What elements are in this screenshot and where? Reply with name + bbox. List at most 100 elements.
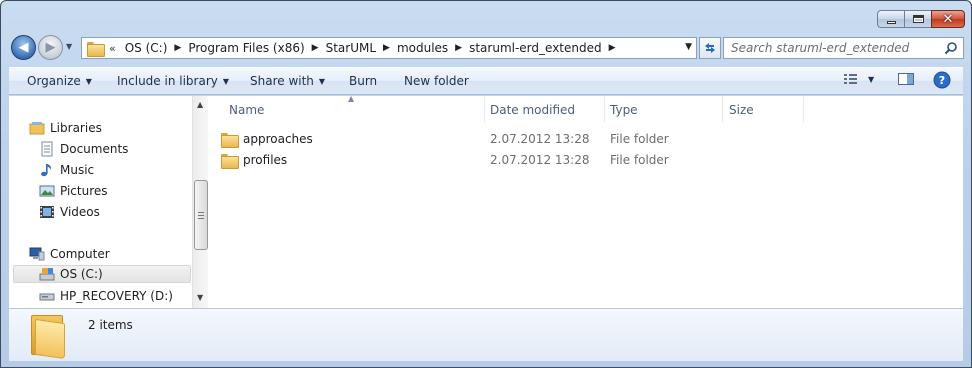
arrow-left-icon: ◀	[18, 40, 29, 55]
column-divider[interactable]	[484, 96, 485, 122]
maximize-button[interactable]	[904, 10, 932, 28]
breadcrumb-program-files[interactable]: Program Files (x86)	[188, 41, 304, 55]
search-box[interactable]: Search staruml-erd_extended	[723, 37, 964, 59]
address-history-dropdown[interactable]: ▼	[685, 42, 692, 52]
sidebar-item-music[interactable]: Music	[39, 161, 94, 179]
pictures-icon	[39, 183, 55, 199]
arrow-right-icon: ▶	[45, 40, 56, 55]
burn-button[interactable]: Burn	[349, 74, 377, 88]
file-row[interactable]: profiles 2.07.2012 13:28 File folder	[221, 150, 669, 170]
search-input[interactable]: Search staruml-erd_extended	[731, 41, 909, 55]
breadcrumb-chevron-icon[interactable]: ▶	[312, 43, 319, 53]
breadcrumb-chevron-icon[interactable]: ▶	[455, 43, 462, 53]
file-type: File folder	[610, 132, 669, 146]
navigation-pane: Libraries Documents Music Pictures Video…	[9, 96, 208, 308]
sidebar-item-videos[interactable]: Videos	[39, 203, 100, 221]
sidebar-item-label: HP_RECOVERY (D:)	[60, 289, 173, 303]
sidebar-item-label: Documents	[60, 142, 129, 156]
address-bar[interactable]: « OS (C:) ▶ Program Files (x86) ▶ StarUM…	[81, 37, 697, 59]
change-view-button[interactable]	[843, 71, 859, 90]
documents-icon	[39, 141, 55, 157]
scrollbar-thumb[interactable]	[194, 180, 208, 250]
breadcrumb-staruml[interactable]: StarUML	[326, 41, 376, 55]
file-date: 2.07.2012 13:28	[490, 132, 590, 146]
drive-icon	[39, 288, 55, 304]
sidebar-item-hp-recovery[interactable]: HP_RECOVERY (D:)	[39, 287, 173, 305]
sidebar-item-label: Computer	[50, 247, 110, 261]
column-divider[interactable]	[722, 96, 723, 122]
file-name: approaches	[243, 132, 313, 146]
caption-buttons: ✕	[877, 10, 965, 28]
sidebar-item-os-c[interactable]: OS (C:)	[13, 265, 191, 283]
item-count: 2 items	[88, 318, 133, 332]
refresh-button[interactable]	[699, 37, 721, 59]
sidebar-item-label: Videos	[60, 205, 100, 219]
new-folder-button[interactable]: New folder	[404, 74, 469, 88]
file-date: 2.07.2012 13:28	[490, 153, 590, 167]
sidebar-item-label: Music	[60, 163, 95, 177]
breadcrumb-os-c[interactable]: OS (C:)	[125, 41, 168, 55]
breadcrumb-chevron-icon[interactable]: ▶	[383, 43, 390, 53]
breadcrumb-chevron-icon[interactable]: ▶	[609, 43, 616, 53]
organize-button[interactable]: Organize ▼	[27, 74, 92, 88]
sidebar-item-computer[interactable]: Computer	[29, 245, 110, 263]
search-icon[interactable]	[944, 41, 958, 55]
column-header-date-modified[interactable]: Date modified	[490, 103, 575, 117]
file-list: ▲ Name Date modified Type Size approache…	[209, 94, 963, 308]
sidebar-item-label: Pictures	[60, 184, 108, 198]
minimize-icon	[886, 20, 896, 24]
breadcrumb-overflow[interactable]: «	[109, 42, 116, 55]
file-type: File folder	[610, 153, 669, 167]
share-with-label: Share with	[250, 74, 314, 88]
scroll-down-icon[interactable]: ▼	[197, 293, 203, 302]
sort-ascending-icon: ▲	[348, 94, 355, 103]
column-divider[interactable]	[604, 96, 605, 122]
preview-pane-button[interactable]	[897, 71, 915, 90]
organize-label: Organize	[27, 74, 81, 88]
chevron-down-icon: ▼	[318, 77, 326, 86]
explorer-window: ✕ ◀ ▶ ▼ « OS (C:) ▶ Program Files (x86) …	[0, 0, 972, 368]
sidebar-item-pictures[interactable]: Pictures	[39, 182, 108, 200]
scroll-up-icon[interactable]: ▲	[197, 100, 203, 109]
library-icon	[29, 120, 45, 136]
view-list-icon	[844, 74, 857, 84]
breadcrumb-chevron-icon[interactable]: ▶	[174, 43, 181, 53]
grip-icon	[198, 212, 204, 219]
file-row[interactable]: approaches 2.07.2012 13:28 File folder	[221, 129, 669, 149]
folder-icon	[221, 153, 239, 169]
include-in-library-button[interactable]: Include in library ▼	[117, 74, 229, 88]
close-button[interactable]: ✕	[931, 10, 965, 28]
sidebar-item-documents[interactable]: Documents	[39, 140, 128, 158]
column-header-name[interactable]: Name	[229, 103, 264, 117]
refresh-icon	[705, 43, 715, 53]
navigation-bar: ◀ ▶ ▼ « OS (C:) ▶ Program Files (x86) ▶ …	[9, 35, 964, 60]
back-button[interactable]: ◀	[11, 35, 36, 60]
help-button[interactable]: ?	[933, 71, 951, 92]
sidebar-item-libraries[interactable]: Libraries	[29, 119, 102, 137]
preview-pane-icon	[898, 73, 914, 85]
forward-button[interactable]: ▶	[38, 35, 63, 60]
sidebar-item-label: Libraries	[50, 121, 102, 135]
folder-icon	[87, 41, 105, 57]
breadcrumb-current[interactable]: staruml-erd_extended	[469, 41, 602, 55]
share-with-button[interactable]: Share with ▼	[250, 74, 325, 88]
view-options-dropdown[interactable]: ▼	[868, 75, 874, 84]
maximize-icon	[912, 15, 924, 23]
column-divider[interactable]	[803, 96, 804, 122]
navigation-scrollbar[interactable]: ▲ ▼	[192, 96, 208, 308]
chevron-down-icon: ▼	[222, 77, 230, 86]
column-header-type[interactable]: Type	[610, 103, 638, 117]
sidebar-item-label: OS (C:)	[60, 267, 103, 281]
column-header-size[interactable]: Size	[729, 103, 754, 117]
close-icon: ✕	[942, 11, 954, 27]
main-panes: Libraries Documents Music Pictures Video…	[9, 94, 963, 308]
minimize-button[interactable]	[877, 10, 905, 28]
videos-icon	[39, 204, 55, 220]
folder-icon	[221, 132, 239, 148]
folder-icon	[29, 313, 67, 360]
recent-pages-dropdown[interactable]: ▼	[66, 42, 72, 51]
svg-text:?: ?	[939, 74, 945, 87]
breadcrumb-modules[interactable]: modules	[397, 41, 448, 55]
chevron-down-icon: ▼	[85, 77, 92, 86]
details-pane: 2 items	[9, 308, 963, 361]
